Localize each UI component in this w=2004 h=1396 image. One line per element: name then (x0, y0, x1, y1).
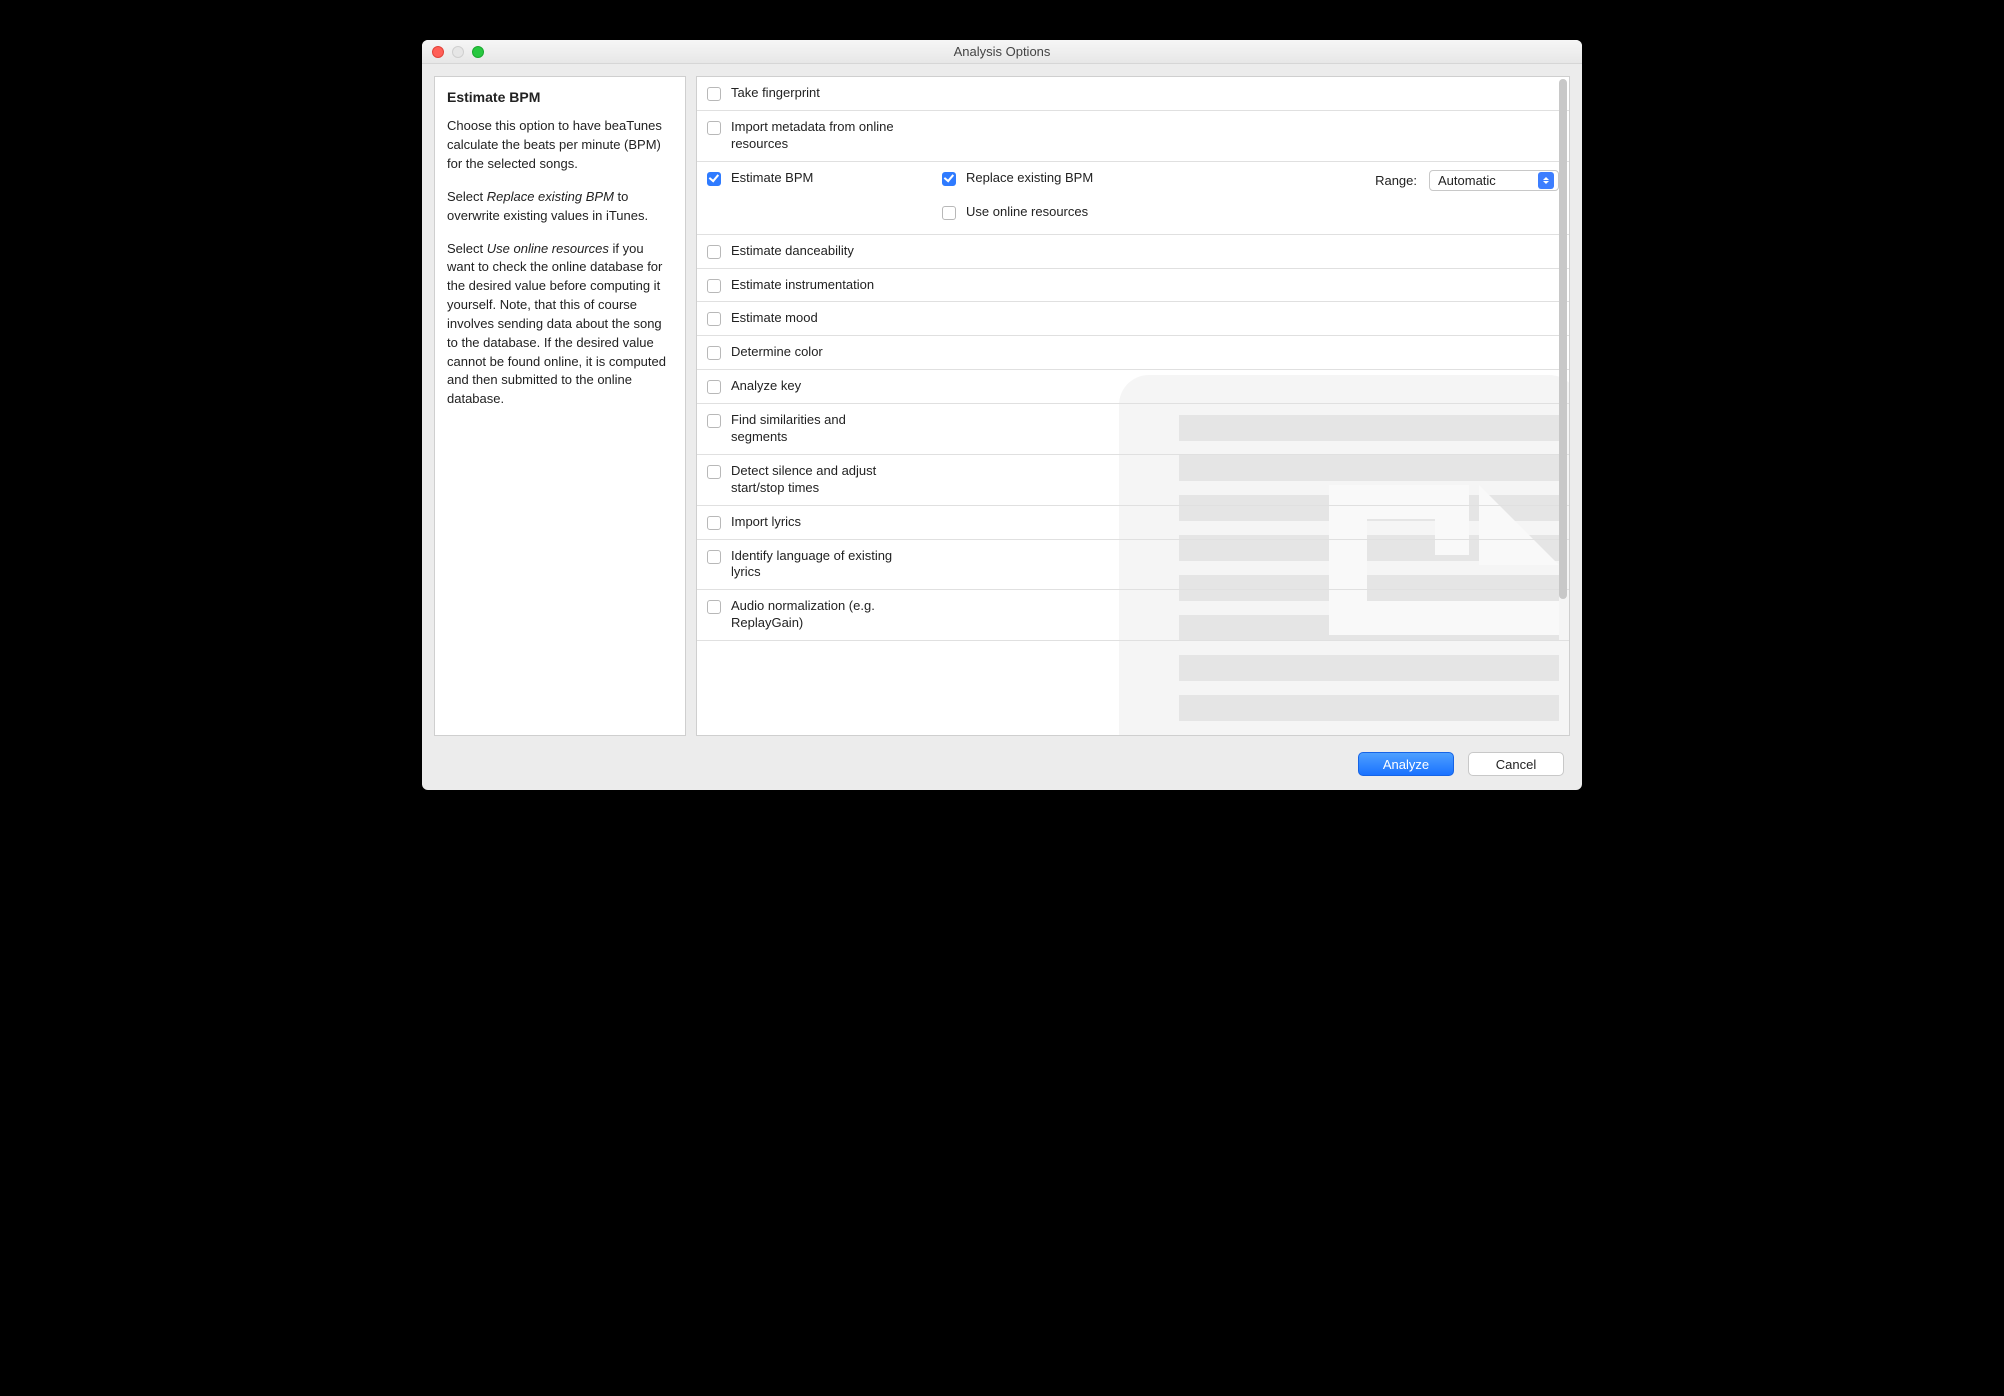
option-similarities[interactable]: Find similarities and segments (697, 404, 1569, 455)
range-label: Range: (1375, 173, 1417, 188)
minimize-window-button (452, 46, 464, 58)
window-title: Analysis Options (422, 44, 1582, 59)
sidebar-para-3: Select Use online resources if you want … (447, 240, 673, 410)
window-controls (422, 46, 484, 58)
checkbox-normalization[interactable] (707, 600, 721, 614)
options-scroll[interactable]: Take fingerprint Import metadata from on… (697, 77, 1569, 735)
option-danceability[interactable]: Estimate danceability (697, 235, 1569, 269)
checkbox-take-fingerprint[interactable] (707, 87, 721, 101)
option-lyrics[interactable]: Import lyrics (697, 506, 1569, 540)
label-mood: Estimate mood (731, 310, 818, 327)
option-take-fingerprint[interactable]: Take fingerprint (697, 77, 1569, 111)
label-normalization: Audio normalization (e.g. ReplayGain) (731, 598, 901, 632)
options-panel: Take fingerprint Import metadata from on… (696, 76, 1570, 736)
checkbox-import-metadata[interactable] (707, 121, 721, 135)
label-language: Identify language of existing lyrics (731, 548, 901, 582)
checkbox-instrumentation[interactable] (707, 279, 721, 293)
option-silence[interactable]: Detect silence and adjust start/stop tim… (697, 455, 1569, 506)
dialog-footer: Analyze Cancel (422, 748, 1582, 790)
option-mood[interactable]: Estimate mood (697, 302, 1569, 336)
sidebar-heading: Estimate BPM (447, 87, 673, 107)
option-import-metadata[interactable]: Import metadata from online resources (697, 111, 1569, 162)
titlebar: Analysis Options (422, 40, 1582, 64)
select-arrows-icon (1538, 172, 1554, 189)
option-use-online[interactable]: Use online resources (942, 204, 1093, 220)
bpm-range-group: Range: Automatic (1375, 170, 1559, 191)
option-language[interactable]: Identify language of existing lyrics (697, 540, 1569, 591)
scrollbar[interactable] (1559, 79, 1567, 599)
option-replace-bpm[interactable]: Replace existing BPM (942, 170, 1093, 186)
help-sidebar: Estimate BPM Choose this option to have … (434, 76, 686, 736)
option-key[interactable]: Analyze key (697, 370, 1569, 404)
label-similarities: Find similarities and segments (731, 412, 901, 446)
option-normalization[interactable]: Audio normalization (e.g. ReplayGain) (697, 590, 1569, 641)
sidebar-para-1: Choose this option to have beaTunes calc… (447, 117, 673, 174)
checkbox-silence[interactable] (707, 465, 721, 479)
option-color[interactable]: Determine color (697, 336, 1569, 370)
cancel-button[interactable]: Cancel (1468, 752, 1564, 776)
checkbox-similarities[interactable] (707, 414, 721, 428)
option-instrumentation[interactable]: Estimate instrumentation (697, 269, 1569, 303)
analysis-options-window: Analysis Options Estimate BPM Choose thi… (422, 40, 1582, 790)
checkbox-lyrics[interactable] (707, 516, 721, 530)
checkbox-replace-bpm[interactable] (942, 172, 956, 186)
label-use-online: Use online resources (966, 204, 1088, 219)
label-key: Analyze key (731, 378, 801, 395)
sidebar-para-2: Select Replace existing BPM to overwrite… (447, 188, 673, 226)
checkbox-estimate-bpm[interactable] (707, 172, 721, 186)
zoom-window-button[interactable] (472, 46, 484, 58)
checkbox-use-online[interactable] (942, 206, 956, 220)
range-select[interactable]: Automatic (1429, 170, 1559, 191)
range-select-value: Automatic (1438, 173, 1496, 188)
label-take-fingerprint: Take fingerprint (731, 85, 820, 102)
label-instrumentation: Estimate instrumentation (731, 277, 874, 294)
label-replace-bpm: Replace existing BPM (966, 170, 1093, 185)
checkbox-language[interactable] (707, 550, 721, 564)
label-danceability: Estimate danceability (731, 243, 854, 260)
checkbox-key[interactable] (707, 380, 721, 394)
checkbox-danceability[interactable] (707, 245, 721, 259)
checkbox-color[interactable] (707, 346, 721, 360)
label-silence: Detect silence and adjust start/stop tim… (731, 463, 901, 497)
analyze-button[interactable]: Analyze (1358, 752, 1454, 776)
close-window-button[interactable] (432, 46, 444, 58)
option-estimate-bpm[interactable]: Estimate BPM Replace existing BPM Use on… (697, 162, 1569, 235)
bpm-sub-options: Replace existing BPM Use online resource… (942, 170, 1093, 220)
label-lyrics: Import lyrics (731, 514, 801, 531)
label-import-metadata: Import metadata from online resources (731, 119, 901, 153)
checkbox-mood[interactable] (707, 312, 721, 326)
content-area: Estimate BPM Choose this option to have … (422, 64, 1582, 748)
label-color: Determine color (731, 344, 823, 361)
label-estimate-bpm: Estimate BPM (731, 170, 813, 185)
